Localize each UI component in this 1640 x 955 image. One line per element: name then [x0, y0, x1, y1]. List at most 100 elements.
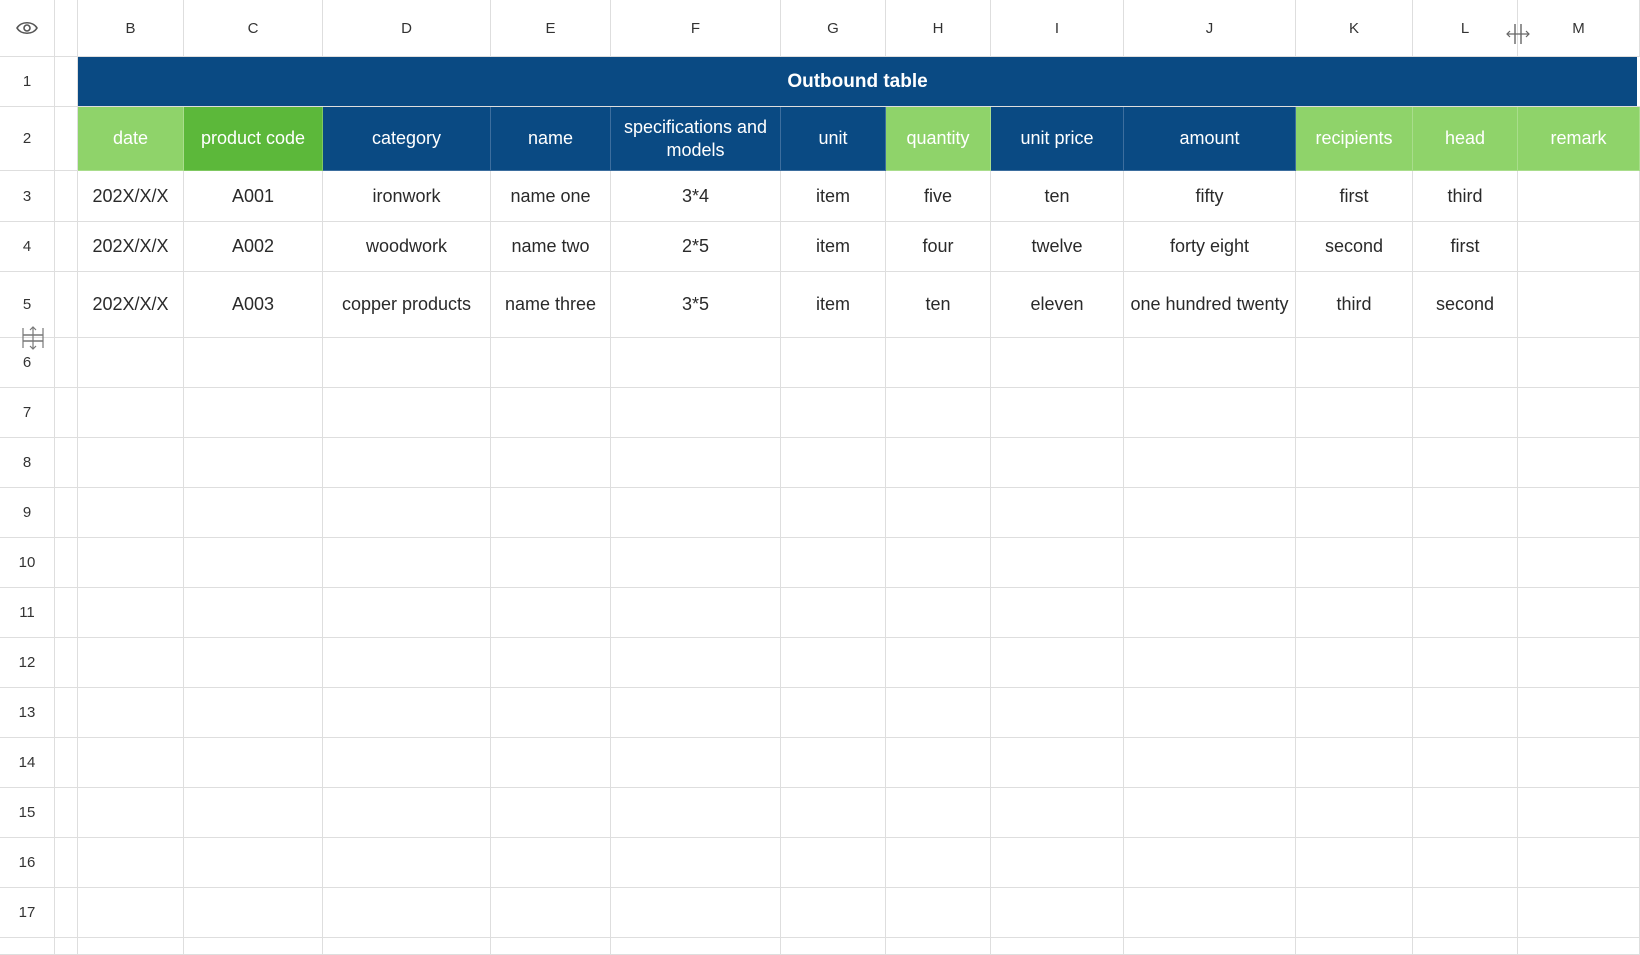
- empty-cell[interactable]: [78, 888, 184, 938]
- table-cell[interactable]: 202X/X/X: [78, 272, 184, 338]
- empty-cell[interactable]: [1413, 438, 1518, 488]
- hidden-column-cell[interactable]: [55, 938, 78, 955]
- hidden-column-cell[interactable]: [55, 171, 78, 222]
- row-header-7[interactable]: 7: [0, 388, 55, 438]
- empty-cell[interactable]: [886, 688, 991, 738]
- table-cell[interactable]: twelve: [991, 222, 1124, 272]
- empty-cell[interactable]: [78, 738, 184, 788]
- table-cell[interactable]: [1518, 222, 1640, 272]
- column-header-c[interactable]: C: [184, 0, 323, 57]
- empty-cell[interactable]: [1518, 738, 1640, 788]
- row-header-11[interactable]: 11: [0, 588, 55, 638]
- table-cell[interactable]: one hundred twenty: [1124, 272, 1296, 338]
- empty-cell[interactable]: [1518, 388, 1640, 438]
- empty-cell[interactable]: [78, 688, 184, 738]
- empty-cell[interactable]: [1296, 438, 1413, 488]
- empty-cell[interactable]: [1518, 638, 1640, 688]
- empty-cell[interactable]: [1296, 788, 1413, 838]
- empty-cell[interactable]: [1518, 438, 1640, 488]
- table-cell[interactable]: first: [1296, 171, 1413, 222]
- empty-cell[interactable]: [1296, 338, 1413, 388]
- empty-cell[interactable]: [78, 638, 184, 688]
- table-cell[interactable]: five: [886, 171, 991, 222]
- table-cell[interactable]: forty eight: [1124, 222, 1296, 272]
- column-resize-icon[interactable]: [1506, 22, 1530, 46]
- empty-cell[interactable]: [1296, 738, 1413, 788]
- table-cell[interactable]: woodwork: [323, 222, 491, 272]
- hidden-column-cell[interactable]: [55, 838, 78, 888]
- empty-cell[interactable]: [1296, 888, 1413, 938]
- empty-cell[interactable]: [1518, 488, 1640, 538]
- table-cell[interactable]: ten: [991, 171, 1124, 222]
- empty-cell[interactable]: [1413, 838, 1518, 888]
- table-cell[interactable]: item: [781, 171, 886, 222]
- empty-cell[interactable]: [78, 538, 184, 588]
- empty-cell[interactable]: [491, 738, 611, 788]
- empty-cell[interactable]: [491, 538, 611, 588]
- empty-cell[interactable]: [1124, 838, 1296, 888]
- empty-cell[interactable]: [886, 888, 991, 938]
- empty-cell[interactable]: [184, 538, 323, 588]
- hidden-column-cell[interactable]: [55, 338, 78, 388]
- empty-cell[interactable]: [781, 688, 886, 738]
- empty-cell[interactable]: [611, 488, 781, 538]
- hidden-column-cell[interactable]: [55, 107, 78, 171]
- empty-cell[interactable]: [611, 788, 781, 838]
- empty-cell[interactable]: [781, 888, 886, 938]
- empty-cell[interactable]: [323, 838, 491, 888]
- column-header-d[interactable]: D: [323, 0, 491, 57]
- empty-cell[interactable]: [611, 588, 781, 638]
- empty-cell[interactable]: [886, 538, 991, 588]
- table-cell[interactable]: [1518, 171, 1640, 222]
- empty-cell[interactable]: [611, 388, 781, 438]
- column-header-m[interactable]: M: [1518, 0, 1640, 57]
- empty-cell[interactable]: [781, 938, 886, 955]
- empty-cell[interactable]: [1296, 688, 1413, 738]
- empty-cell[interactable]: [323, 388, 491, 438]
- row-header-1[interactable]: 1: [0, 57, 55, 107]
- empty-cell[interactable]: [78, 838, 184, 888]
- column-header-k[interactable]: K: [1296, 0, 1413, 57]
- empty-cell[interactable]: [1413, 888, 1518, 938]
- hidden-column-cell[interactable]: [55, 788, 78, 838]
- empty-cell[interactable]: [1296, 538, 1413, 588]
- empty-cell[interactable]: [611, 538, 781, 588]
- empty-cell[interactable]: [323, 488, 491, 538]
- empty-cell[interactable]: [1413, 488, 1518, 538]
- hidden-column-cell[interactable]: [55, 588, 78, 638]
- empty-cell[interactable]: [611, 338, 781, 388]
- header-cell-recipients[interactable]: recipients: [1296, 107, 1413, 171]
- row-header-9[interactable]: 9: [0, 488, 55, 538]
- column-header-i[interactable]: I: [991, 0, 1124, 57]
- table-cell[interactable]: A002: [184, 222, 323, 272]
- empty-cell[interactable]: [886, 438, 991, 488]
- row-header-13[interactable]: 13: [0, 688, 55, 738]
- empty-cell[interactable]: [886, 788, 991, 838]
- empty-cell[interactable]: [886, 938, 991, 955]
- empty-cell[interactable]: [1413, 738, 1518, 788]
- empty-cell[interactable]: [323, 638, 491, 688]
- empty-cell[interactable]: [886, 388, 991, 438]
- empty-cell[interactable]: [611, 638, 781, 688]
- empty-cell[interactable]: [184, 488, 323, 538]
- empty-cell[interactable]: [491, 688, 611, 738]
- hidden-column-cell[interactable]: [55, 272, 78, 338]
- empty-cell[interactable]: [78, 938, 184, 955]
- empty-cell[interactable]: [886, 838, 991, 888]
- empty-cell[interactable]: [184, 688, 323, 738]
- eye-icon[interactable]: [16, 20, 38, 36]
- empty-cell[interactable]: [323, 788, 491, 838]
- empty-cell[interactable]: [184, 838, 323, 888]
- table-title[interactable]: Outbound table: [78, 57, 1637, 107]
- column-header-f[interactable]: F: [611, 0, 781, 57]
- header-cell-name[interactable]: name: [491, 107, 611, 171]
- empty-cell[interactable]: [184, 588, 323, 638]
- empty-cell[interactable]: [184, 788, 323, 838]
- empty-cell[interactable]: [184, 738, 323, 788]
- hidden-column-cell[interactable]: [55, 222, 78, 272]
- empty-cell[interactable]: [78, 438, 184, 488]
- row-header-10[interactable]: 10: [0, 538, 55, 588]
- empty-cell[interactable]: [78, 588, 184, 638]
- empty-cell[interactable]: [781, 488, 886, 538]
- row-header-2[interactable]: 2: [0, 107, 55, 171]
